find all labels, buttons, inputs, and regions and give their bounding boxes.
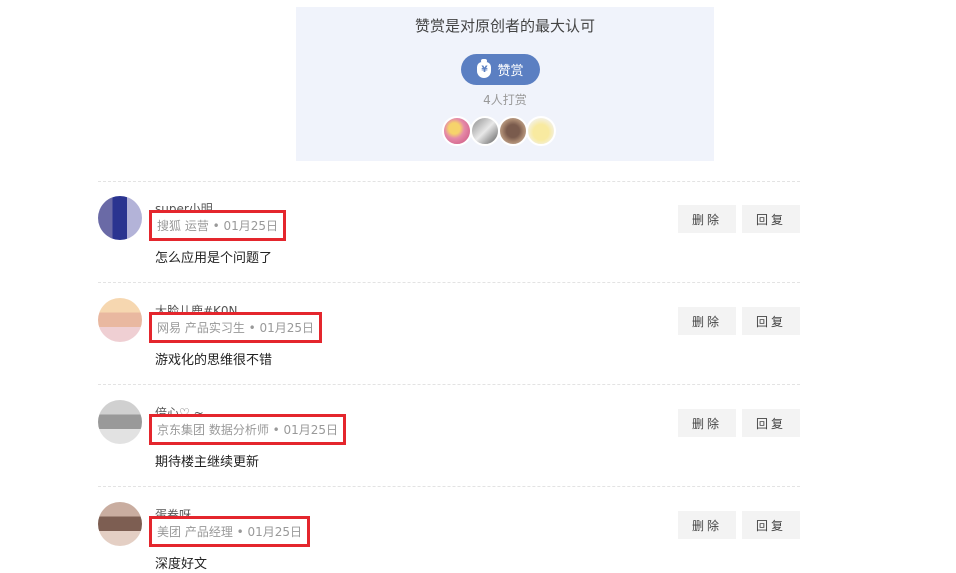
- comment-item: super小明 搜狐 运营 • 01月25日 怎么应用是个问题了 删除 回复: [98, 182, 800, 266]
- reply-button[interactable]: 回复: [742, 409, 800, 437]
- rewarder-avatar[interactable]: [526, 116, 556, 146]
- comment-text: 怎么应用是个问题了: [155, 251, 273, 266]
- money-bag-icon: ¥: [477, 58, 492, 78]
- reply-button[interactable]: 回复: [742, 205, 800, 233]
- comment-meta: 搜狐 运营 • 01月25日: [149, 210, 287, 241]
- comment-text: 期待楼主继续更新: [155, 455, 260, 470]
- reward-button[interactable]: ¥ 赞赏: [461, 54, 540, 85]
- comment-text: 游戏化的思维很不错: [155, 353, 273, 368]
- delete-button[interactable]: 删除: [678, 511, 736, 539]
- delete-button[interactable]: 删除: [678, 307, 736, 335]
- comment-meta: 网易 产品实习生 • 01月25日: [149, 312, 323, 343]
- delete-button[interactable]: 删除: [678, 205, 736, 233]
- reward-count: 4人打赏: [483, 93, 527, 107]
- divider: [98, 384, 800, 385]
- comment-meta: 京东集团 数据分析师 • 01月25日: [149, 414, 347, 445]
- reply-button[interactable]: 回复: [742, 307, 800, 335]
- rewarder-avatar[interactable]: [470, 116, 500, 146]
- comment-text: 深度好文: [155, 557, 208, 572]
- delete-button[interactable]: 删除: [678, 409, 736, 437]
- avatar[interactable]: [98, 298, 142, 342]
- reward-title: 赞赏是对原创者的最大认可: [414, 17, 595, 35]
- reply-button[interactable]: 回复: [742, 511, 800, 539]
- rewarder-avatar[interactable]: [442, 116, 472, 146]
- comment-meta: 美团 产品经理 • 01月25日: [149, 516, 311, 547]
- reward-avatars: [442, 116, 556, 146]
- comment-item: 蛋卷呀 美团 产品经理 • 01月25日 深度好文 删除 回复: [98, 488, 800, 572]
- avatar[interactable]: [98, 502, 142, 546]
- rewarder-avatar[interactable]: [498, 116, 528, 146]
- divider: [98, 282, 800, 283]
- comment-item: 偣心♡ ~ 京东集团 数据分析师 • 01月25日 期待楼主继续更新 删除 回复: [98, 386, 800, 470]
- avatar[interactable]: [98, 196, 142, 240]
- comment-item: 大脸儿鹿#K0N 网易 产品实习生 • 01月25日 游戏化的思维很不错 删除 …: [98, 284, 800, 368]
- avatar[interactable]: [98, 400, 142, 444]
- reward-button-label: 赞赏: [497, 64, 524, 79]
- reward-panel: 赞赏是对原创者的最大认可 ¥ 赞赏 4人打赏: [296, 7, 714, 161]
- divider: [98, 486, 800, 487]
